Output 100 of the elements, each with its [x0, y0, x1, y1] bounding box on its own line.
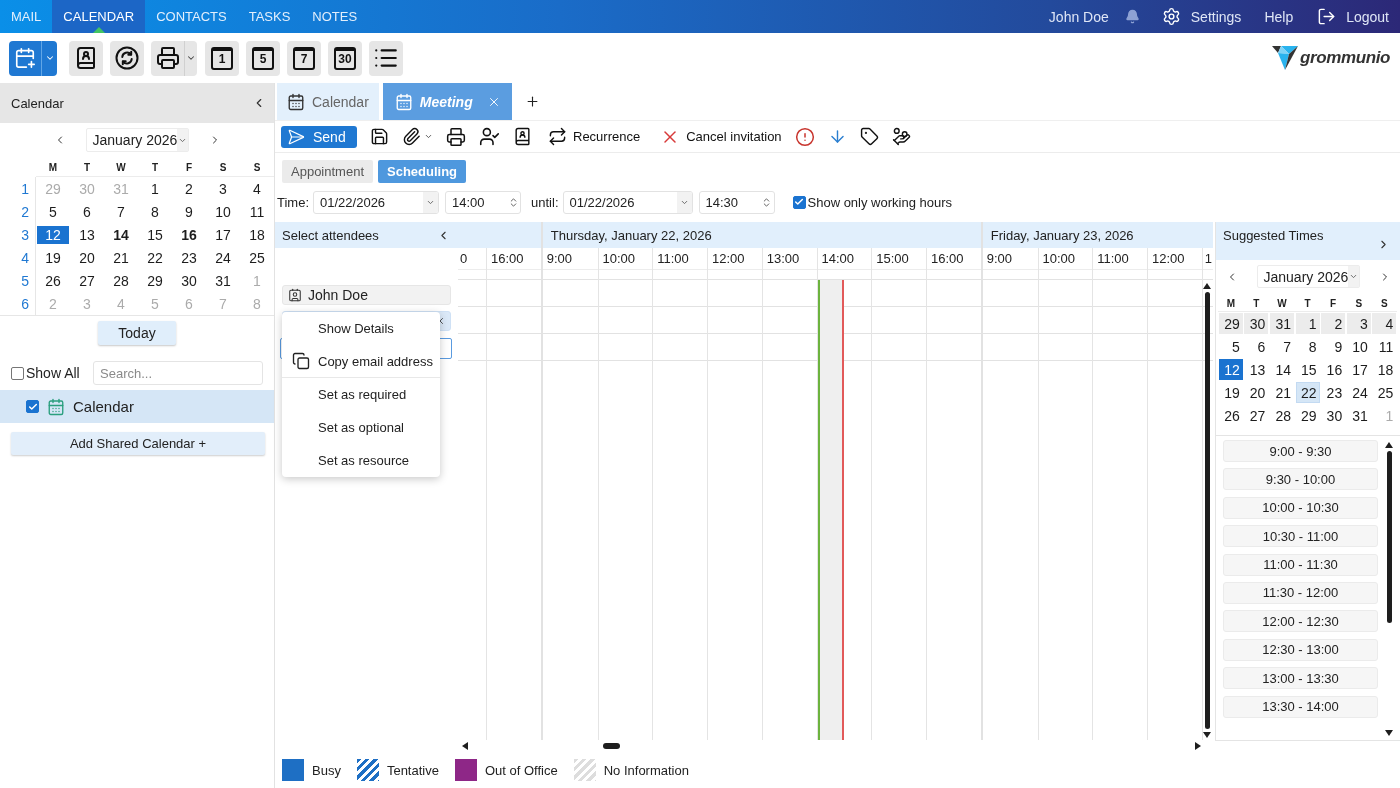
time-slot-button[interactable]: 11:00 - 11:30	[1223, 553, 1378, 576]
calendar-day[interactable]: 30	[1321, 405, 1346, 426]
calendar-day[interactable]: 3	[1346, 313, 1371, 334]
address-book-icon[interactable]	[513, 127, 532, 146]
calendar-day[interactable]: 13	[71, 225, 103, 244]
calendar-day[interactable]: 1	[1295, 313, 1320, 334]
calendar-day[interactable]: 18	[241, 225, 273, 244]
calendar-day[interactable]: 8	[1295, 336, 1320, 357]
calendar-day[interactable]: 1	[139, 179, 171, 198]
checkbox[interactable]	[792, 195, 806, 209]
calendar-day[interactable]: 8	[139, 202, 171, 221]
calendar-day[interactable]: 18	[1372, 359, 1397, 380]
calendar-day[interactable]: 27	[1244, 405, 1269, 426]
calendar-day[interactable]: 4	[241, 179, 273, 198]
calendar-day[interactable]: 19	[37, 248, 69, 267]
calendar-day[interactable]: 22	[139, 248, 171, 267]
month-select[interactable]: January 2026	[85, 128, 189, 152]
calendar-day[interactable]: 17	[207, 225, 239, 244]
calendar-day[interactable]: 29	[1295, 405, 1320, 426]
calendar-day[interactable]: 12	[37, 225, 69, 244]
calendar-day[interactable]: 2	[173, 179, 205, 198]
calendar-day[interactable]: 27	[71, 271, 103, 290]
attendee-chip[interactable]: John Doe	[282, 285, 451, 305]
calendar-day[interactable]: 2	[1321, 313, 1346, 334]
paperclip-icon[interactable]	[402, 127, 421, 146]
calendar-day[interactable]: 17	[1346, 359, 1371, 380]
calendar-day[interactable]: 19	[1218, 382, 1243, 403]
time-slot-button[interactable]: 11:30 - 12:00	[1223, 581, 1378, 604]
send-button[interactable]: Send	[281, 125, 357, 148]
calendar-view-button[interactable]: 7	[287, 40, 321, 76]
calendar-day[interactable]: 30	[1244, 313, 1269, 334]
calendar-day[interactable]: 20	[1244, 382, 1269, 403]
calendar-day[interactable]: 26	[1218, 405, 1243, 426]
dropdown-button[interactable]	[41, 40, 57, 76]
nav-tab[interactable]: CALENDAR	[52, 0, 146, 33]
calendar-day[interactable]: 12	[1218, 359, 1243, 380]
month-select[interactable]: January 2026	[1256, 265, 1360, 288]
user-name-link[interactable]: John Doe	[1048, 8, 1109, 25]
calendar-day[interactable]: 25	[1372, 382, 1397, 403]
menu-item[interactable]: Set as resource	[282, 444, 440, 477]
calendar-day[interactable]: 23	[1321, 382, 1346, 403]
time-field[interactable]: 14:30	[698, 190, 775, 214]
time-slot-button[interactable]: 10:30 - 11:00	[1223, 525, 1378, 548]
calendar-day[interactable]: 15	[1295, 359, 1320, 380]
calendar-day[interactable]: 20	[71, 248, 103, 267]
time-slot-button[interactable]: 9:00 - 9:30	[1223, 440, 1378, 462]
calendar-list-item[interactable]: Calendar	[0, 390, 274, 423]
menu-item[interactable]: Show Details	[282, 312, 440, 345]
address-book-button[interactable]	[69, 40, 103, 76]
plus-icon[interactable]	[524, 94, 540, 109]
calendar-day[interactable]: 15	[139, 225, 171, 244]
calendar-day[interactable]: 16	[1321, 359, 1346, 380]
search-field[interactable]: Search...	[93, 361, 263, 385]
menu-item[interactable]: Set as optional	[282, 411, 440, 444]
checkbox[interactable]	[11, 366, 24, 380]
calendar-day[interactable]: 29	[139, 271, 171, 290]
scrollbar-thumb[interactable]	[603, 743, 620, 749]
scroll-down-arrow-icon[interactable]	[1203, 732, 1211, 738]
calendar-day[interactable]: 31	[1270, 313, 1294, 334]
calendar-day[interactable]: 25	[241, 248, 273, 267]
calendar-day[interactable]: 5	[1218, 336, 1243, 357]
meeting-block[interactable]	[817, 280, 845, 740]
date-field[interactable]: 01/22/2026	[562, 190, 693, 214]
time-slot-button[interactable]: 10:00 - 10:30	[1223, 496, 1378, 519]
scrollbar-thumb[interactable]	[1204, 292, 1210, 729]
time-field[interactable]: 14:00	[445, 190, 522, 214]
calendar-day[interactable]: 16	[173, 225, 205, 244]
calendar-day[interactable]: 7	[105, 202, 137, 221]
calendar-view-button[interactable]: 1	[205, 40, 239, 76]
calendar-day[interactable]: 24	[1346, 382, 1371, 403]
calendar-day[interactable]: 30	[173, 271, 205, 290]
calendar-day[interactable]: 29	[1218, 313, 1243, 334]
nav-tab[interactable]: NOTES	[301, 0, 369, 33]
calendar-day[interactable]: 13	[1244, 359, 1269, 380]
checkbox[interactable]	[26, 400, 39, 413]
date-field[interactable]: 01/22/2026	[313, 190, 440, 214]
calendar-day[interactable]: 4	[1372, 313, 1397, 334]
help-link[interactable]: Help	[1264, 8, 1294, 25]
nav-tab[interactable]: TASKS	[237, 0, 302, 33]
time-slot-button[interactable]: 13:00 - 13:30	[1223, 667, 1378, 690]
alert-icon[interactable]	[794, 126, 815, 147]
scroll-up-arrow-icon[interactable]	[1203, 283, 1211, 289]
calendar-day[interactable]: 11	[1372, 336, 1397, 357]
hand-coins-icon[interactable]	[891, 127, 911, 146]
calendar-day[interactable]: 9	[1321, 336, 1346, 357]
new-event-button[interactable]	[9, 40, 41, 76]
print-button[interactable]	[151, 40, 184, 76]
document-tab[interactable]: Calendar	[277, 83, 379, 120]
calendar-day[interactable]: 31	[1346, 405, 1371, 426]
time-slot-button[interactable]: 12:00 - 12:30	[1223, 610, 1378, 633]
save-icon[interactable]	[370, 127, 389, 146]
menu-item[interactable]: Copy email address	[282, 345, 440, 378]
calendar-day[interactable]: 6	[71, 202, 103, 221]
calendar-day[interactable]: 23	[173, 248, 205, 267]
calendar-day[interactable]: 3	[207, 179, 239, 198]
settings-link[interactable]: Settings	[1161, 7, 1242, 26]
calendar-day[interactable]: 11	[241, 202, 273, 221]
time-slot-button[interactable]: 9:30 - 10:00	[1223, 468, 1378, 491]
calendar-view-button[interactable]: 30	[328, 40, 362, 76]
scroll-left-arrow-icon[interactable]	[462, 742, 468, 750]
